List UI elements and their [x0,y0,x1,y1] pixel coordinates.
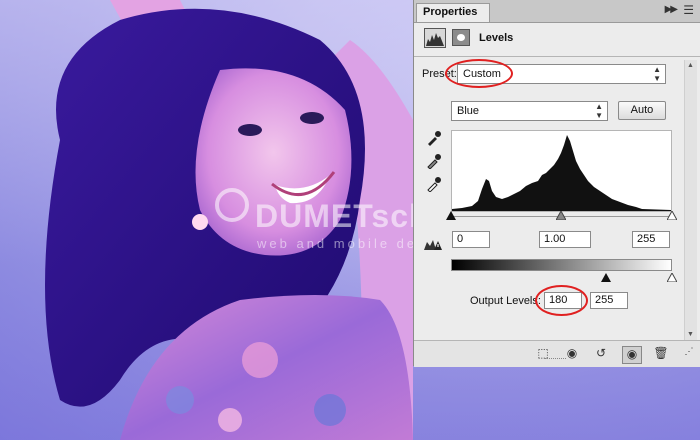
output-white-field[interactable]: 255 [590,292,628,309]
tab-properties[interactable]: Properties [416,3,490,22]
input-gamma-slider[interactable] [556,211,566,220]
panel-scrollbar[interactable]: ▲ ▼ [684,60,697,340]
output-gradient-bar [451,259,672,271]
histogram-fill [452,135,671,211]
scroll-up-icon[interactable]: ▲ [687,62,694,69]
output-levels-label: Output Levels: [470,295,541,307]
panel-tabbar: Properties ▶▶ ☰ [414,0,700,23]
panel-grip [544,358,566,365]
layer-mask-icon[interactable] [452,29,470,46]
adjustment-title: Levels [479,32,514,44]
dropdown-arrows-icon: ▲ ▼ [653,65,661,83]
channel-value: Blue [457,105,480,117]
reset-icon[interactable]: ↺ [592,346,610,362]
input-black-slider[interactable] [446,211,456,220]
trash-icon[interactable]: 🗑 [652,346,670,362]
histogram [451,130,672,212]
scroll-down-icon[interactable]: ▼ [687,331,694,338]
visibility-eye-icon[interactable]: ◉ [622,346,642,364]
histogram-graph [452,135,671,211]
white-point-eyedropper-icon[interactable] [426,176,442,192]
dropdown-arrows-icon: ▲ ▼ [595,102,603,120]
adjustment-header: Levels [414,23,700,57]
resize-grip-icon[interactable]: ⋰ [680,346,698,362]
input-white-slider[interactable] [667,211,677,220]
annotation-circle-output [535,285,588,316]
output-white-slider[interactable] [667,273,677,282]
output-black-slider[interactable] [601,273,611,282]
panel-menu-icon[interactable]: ☰ [683,3,694,17]
input-black-field[interactable]: 0 [452,231,490,248]
watermark-logo [215,188,249,222]
input-white-field[interactable]: 255 [632,231,670,248]
clipping-warning-icon[interactable] [424,238,442,250]
channel-dropdown[interactable]: Blue ▲ ▼ [451,101,608,121]
gray-point-eyedropper-icon[interactable] [426,153,442,169]
levels-histogram-icon[interactable] [424,28,446,48]
annotation-circle-preset [445,59,513,88]
black-point-eyedropper-icon[interactable] [426,130,442,146]
collapse-panel-icon[interactable]: ▶▶ [665,4,678,15]
auto-button[interactable]: Auto [618,101,666,120]
input-gamma-field[interactable]: 1.00 [539,231,591,248]
